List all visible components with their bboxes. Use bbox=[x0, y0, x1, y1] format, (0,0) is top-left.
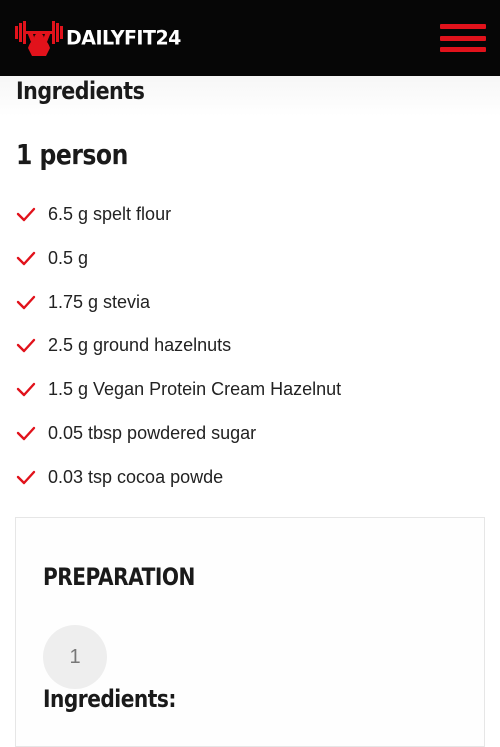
ingredient-text: 0.5 g bbox=[48, 247, 89, 268]
ingredient-item: 0.03 tsp cocoa powde bbox=[16, 461, 341, 505]
bodybuilder-barbell-icon bbox=[15, 21, 63, 56]
ingredient-item: 1.75 g stevia bbox=[16, 286, 341, 330]
step-number-badge: 1 bbox=[43, 625, 107, 689]
checkmark-icon bbox=[16, 382, 36, 397]
ingredient-text: 1.5 g Vegan Protein Cream Hazelnut bbox=[48, 379, 342, 400]
servings-label: 1 person bbox=[16, 138, 128, 171]
ingredients-heading: Ingredients bbox=[16, 77, 145, 105]
menu-bar-middle bbox=[440, 35, 486, 41]
ingredient-text: 0.03 tsp cocoa powde bbox=[48, 466, 224, 487]
menu-bar-top bbox=[440, 24, 486, 29]
ingredient-item: 1.5 g Vegan Protein Cream Hazelnut bbox=[16, 373, 341, 417]
ingredient-text: 6.5 g spelt flour bbox=[48, 204, 172, 224]
ingredient-item: 0.05 tbsp powdered sugar bbox=[16, 417, 341, 461]
site-logo[interactable]: DAILYFIT24 bbox=[14, 18, 181, 58]
ingredient-text: 1.75 g stevia bbox=[48, 291, 151, 312]
preparation-card: PREPARATION 1 Ingredients: bbox=[15, 517, 485, 747]
checkmark-icon bbox=[16, 339, 36, 353]
ingredient-item: 0.5 g bbox=[16, 242, 341, 286]
ingredient-text: 0.05 tbsp powdered sugar bbox=[48, 422, 257, 443]
checkmark-icon bbox=[16, 426, 36, 441]
ingredient-list: 6.5 g spelt flour 0.5 g 1.75 g stevia 2.5 g… bbox=[16, 198, 341, 505]
logo-text: DAILYFIT24 bbox=[66, 26, 181, 50]
ingredient-item: 2.5 g ground hazelnuts bbox=[16, 329, 341, 373]
checkmark-icon bbox=[16, 295, 36, 309]
checkmark-icon bbox=[16, 251, 36, 265]
ingredient-text: 2.5 g ground hazelnuts bbox=[48, 335, 232, 356]
ingredient-item: 6.5 g spelt flour bbox=[16, 198, 341, 242]
preparation-heading: PREPARATION bbox=[43, 563, 195, 591]
checkmark-icon bbox=[16, 470, 36, 484]
checkmark-icon bbox=[16, 207, 36, 222]
menu-bar-bottom bbox=[440, 47, 486, 52]
top-navigation-bar: DAILYFIT24 bbox=[0, 0, 500, 76]
step-text: Ingredients: bbox=[43, 685, 176, 713]
hamburger-menu-icon[interactable] bbox=[440, 24, 486, 52]
